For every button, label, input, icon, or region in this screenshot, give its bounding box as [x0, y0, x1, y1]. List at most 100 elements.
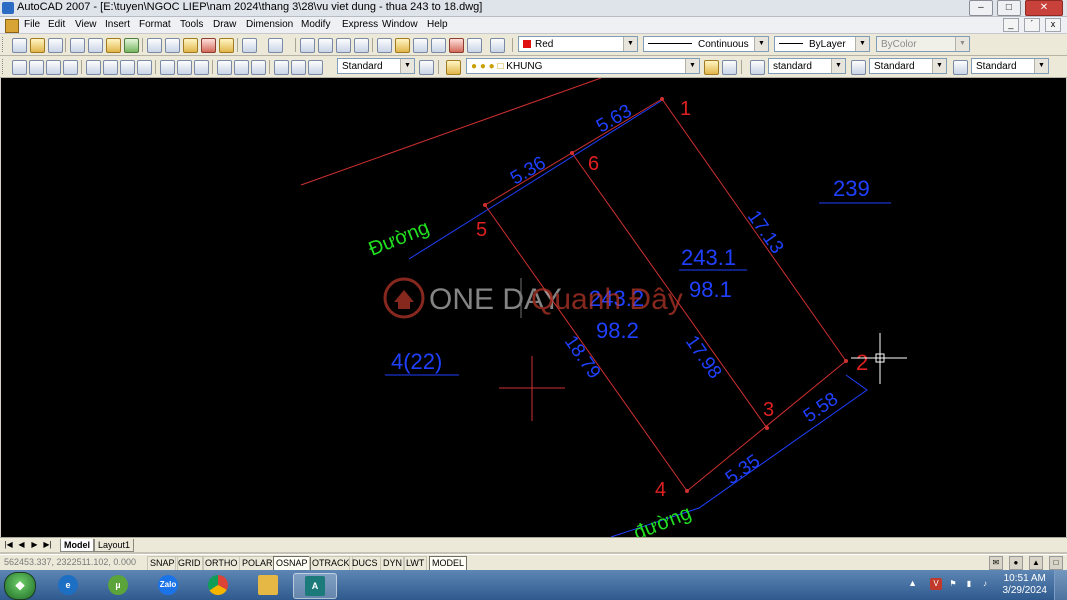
menu-dimension[interactable]: Dimension: [246, 19, 293, 30]
cut-icon[interactable]: [147, 38, 162, 53]
road-label[interactable]: đường: [631, 502, 695, 537]
chevron-down-icon[interactable]: ▼: [623, 37, 637, 51]
taskbar-utorrent[interactable]: µ: [97, 573, 139, 597]
vertex-marker[interactable]: [685, 489, 689, 493]
point-label[interactable]: 1: [680, 98, 691, 120]
point-label[interactable]: 4: [655, 479, 666, 501]
color-dropdown[interactable]: Red ▼: [518, 36, 638, 52]
mleaderstyle-dropdown[interactable]: Standard ▼: [971, 58, 1049, 74]
next-tab-button[interactable]: ▶: [29, 540, 40, 550]
baseline-dimension-icon[interactable]: [177, 60, 192, 75]
menu-file[interactable]: File: [24, 19, 40, 30]
point-label[interactable]: 2: [856, 350, 868, 375]
zoom-window-icon[interactable]: [336, 38, 351, 53]
pan-icon[interactable]: [300, 38, 315, 53]
drawing-canvas[interactable]: 1 2 3 4 5 6 5.63 5.36 17.13 18.79 17.98 …: [1, 78, 1066, 537]
layer-previous-icon[interactable]: [722, 60, 737, 75]
tablestyle-dropdown[interactable]: Standard ▼: [869, 58, 947, 74]
menu-edit[interactable]: Edit: [48, 19, 65, 30]
clean-screen-icon[interactable]: □: [1049, 556, 1063, 570]
layer-properties-icon[interactable]: [446, 60, 461, 75]
lwt-toggle[interactable]: LWT: [403, 556, 428, 571]
vietkey-icon[interactable]: V: [930, 578, 942, 590]
vertex-marker[interactable]: [844, 359, 848, 363]
properties-icon[interactable]: [377, 38, 392, 53]
tab-layout1[interactable]: Layout1: [94, 539, 135, 552]
center-mark-icon[interactable]: [251, 60, 266, 75]
design-center-icon[interactable]: [395, 38, 410, 53]
dimstyle-dropdown[interactable]: Standard ▼: [337, 58, 415, 74]
drawing-svg[interactable]: 1 2 3 4 5 6 5.63 5.36 17.13 18.79 17.98 …: [1, 78, 1066, 537]
polar-toggle[interactable]: POLAR: [239, 556, 276, 571]
help-icon[interactable]: [490, 38, 505, 53]
publish-icon[interactable]: [106, 38, 121, 53]
toolbar-grip[interactable]: [2, 37, 6, 52]
maximize-button[interactable]: □: [996, 0, 1021, 16]
dimension-text[interactable]: 5.63: [593, 101, 636, 138]
dimension-style-icon[interactable]: [419, 60, 434, 75]
chevron-down-icon[interactable]: ▼: [685, 59, 699, 73]
redo-icon[interactable]: [268, 38, 283, 53]
markup-icon[interactable]: [449, 38, 464, 53]
otrack-toggle[interactable]: OTRACK: [309, 556, 353, 571]
parcel-area[interactable]: 98.1: [689, 277, 732, 302]
minimize-button[interactable]: –: [968, 0, 993, 16]
table-style-icon[interactable]: [953, 60, 968, 75]
menu-insert[interactable]: Insert: [105, 19, 130, 30]
menu-help[interactable]: Help: [427, 19, 448, 30]
vertex-marker[interactable]: [570, 151, 574, 155]
taskbar-file-explorer[interactable]: [247, 573, 289, 597]
close-button[interactable]: ✕: [1025, 0, 1063, 16]
undo-icon[interactable]: [242, 38, 257, 53]
text-style-icon[interactable]: [750, 60, 765, 75]
vertex-marker[interactable]: [483, 203, 487, 207]
autocad-app-icon[interactable]: [2, 2, 14, 14]
parcel-number[interactable]: 243.1: [681, 245, 736, 270]
parcel-number[interactable]: 239: [833, 176, 870, 201]
chevron-down-icon[interactable]: ▼: [754, 37, 768, 51]
dimension-update-icon[interactable]: [308, 60, 323, 75]
tool-palettes-icon[interactable]: [413, 38, 428, 53]
taskbar-autocad[interactable]: A: [293, 573, 337, 599]
point-label[interactable]: 6: [588, 153, 599, 175]
prev-tab-button[interactable]: ◀: [16, 540, 27, 550]
chevron-down-icon[interactable]: ▼: [932, 59, 946, 73]
dimension-text[interactable]: 5.58: [800, 389, 842, 427]
menu-draw[interactable]: Draw: [213, 19, 236, 30]
taskbar-zalo[interactable]: Zalo: [147, 573, 189, 597]
layer-dropdown[interactable]: ● ● ● □ KHUNG ▼: [466, 58, 700, 74]
lock-icon[interactable]: ●: [1008, 556, 1023, 570]
chevron-down-icon[interactable]: ▼: [831, 59, 845, 73]
doc-close-button[interactable]: x: [1045, 18, 1061, 32]
taskbar-chrome[interactable]: [197, 573, 239, 597]
osnap-toggle[interactable]: OSNAP: [273, 556, 311, 571]
last-tab-button[interactable]: ▶|: [42, 540, 53, 550]
block-editor-icon[interactable]: [219, 38, 234, 53]
quick-dimension-icon[interactable]: [160, 60, 175, 75]
dimension-text[interactable]: 5.35: [722, 451, 764, 489]
coordinate-readout[interactable]: 562453.337, 2322511.102, 0.000: [4, 557, 136, 567]
3d-dwf-icon[interactable]: [124, 38, 139, 53]
radius-dimension-icon[interactable]: [86, 60, 101, 75]
dimension-text[interactable]: 17.98: [681, 332, 725, 383]
menu-format[interactable]: Format: [139, 19, 171, 30]
linetype-dropdown[interactable]: Continuous ▼: [643, 36, 769, 52]
plot-icon[interactable]: [70, 38, 85, 53]
copy-icon[interactable]: [165, 38, 180, 53]
menu-modify[interactable]: Modify: [301, 19, 330, 30]
volume-icon[interactable]: ♪: [979, 578, 991, 590]
aligned-dimension-icon[interactable]: [29, 60, 44, 75]
save-icon[interactable]: [48, 38, 63, 53]
doc-restore-button[interactable]: ´: [1023, 18, 1040, 32]
paste-icon[interactable]: [183, 38, 198, 53]
doc-minimize-button[interactable]: _: [1002, 18, 1019, 32]
chevron-down-icon[interactable]: ▼: [855, 37, 869, 51]
diameter-dimension-icon[interactable]: [120, 60, 135, 75]
ordinate-dimension-icon[interactable]: [63, 60, 78, 75]
plot-preview-icon[interactable]: [88, 38, 103, 53]
ortho-toggle[interactable]: ORTHO: [202, 556, 241, 571]
point-label[interactable]: 3: [763, 399, 774, 421]
menu-window[interactable]: Window: [382, 19, 418, 30]
linear-dimension-icon[interactable]: [12, 60, 27, 75]
menu-tools[interactable]: Tools: [180, 19, 203, 30]
